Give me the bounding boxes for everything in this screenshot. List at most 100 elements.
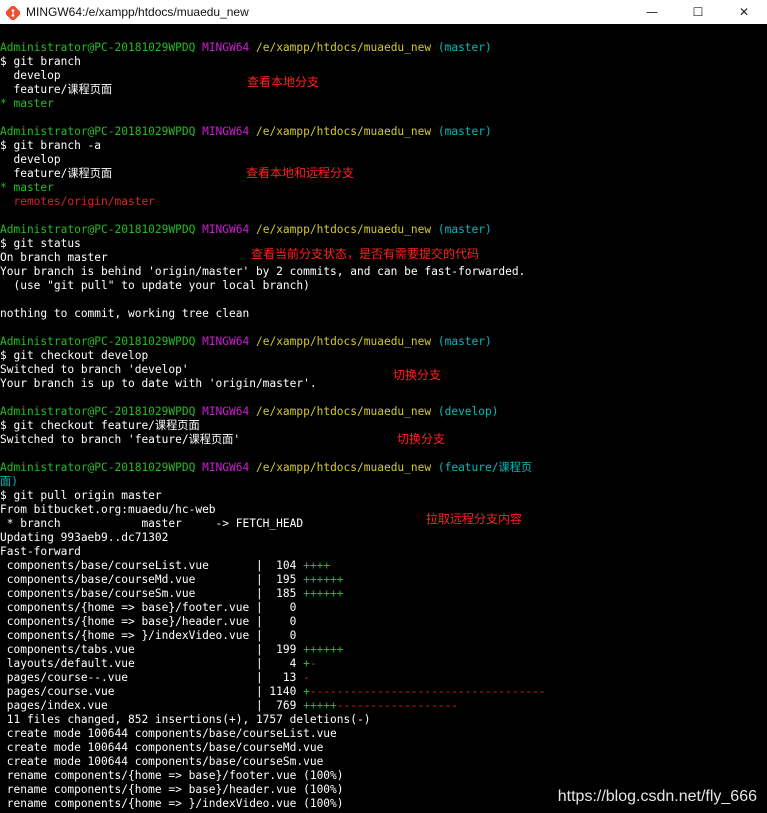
terminal-text: components/{home => }/indexVideo.vue | 0	[0, 629, 297, 642]
terminal-text: ++++++	[303, 573, 344, 586]
terminal-text: -	[303, 671, 310, 684]
git-bash-icon	[4, 4, 22, 22]
terminal-text: create mode 100644 components/base/cours…	[0, 755, 324, 768]
annotation-switch-branch-2: 切换分支	[397, 432, 446, 446]
terminal-text: MINGW64	[202, 335, 250, 348]
terminal-text: feature/课程页面	[0, 83, 113, 96]
terminal-line: components/tabs.vue | 199 ++++++	[0, 643, 767, 657]
terminal-line: Updating 993aeb9..dc71302	[0, 531, 767, 545]
terminal-line: Administrator@PC-20181029WPDQ MINGW64 /e…	[0, 461, 767, 475]
terminal-text: /e/xampp/htdocs/muaedu_new	[255, 335, 432, 348]
terminal-line: 面)	[0, 475, 767, 489]
terminal-text: -----------------------------------	[309, 685, 546, 698]
terminal-text: MINGW64	[202, 223, 250, 236]
title-bar: MINGW64:/e/xampp/htdocs/muaedu_new — ☐ ✕	[0, 0, 767, 24]
terminal-line: develop	[0, 69, 767, 83]
annotation-branch-status: 查看当前分支状态，是否有需要提交的代码	[251, 247, 480, 261]
terminal-text: Switched to branch 'feature/课程页面'	[0, 433, 241, 446]
terminal-text: /e/xampp/htdocs/muaedu_new	[255, 405, 432, 418]
terminal-text: ++++	[303, 559, 331, 572]
terminal-text: +	[303, 685, 310, 698]
terminal-line: Administrator@PC-20181029WPDQ MINGW64 /e…	[0, 223, 767, 237]
terminal-text: (use "git pull" to update your local bra…	[0, 279, 310, 292]
terminal-text: layouts/default.vue | 4	[0, 657, 304, 670]
terminal-text: 面)	[0, 475, 18, 488]
terminal-line: Administrator@PC-20181029WPDQ MINGW64 /e…	[0, 405, 767, 419]
terminal-line: $ git branch -a	[0, 139, 767, 153]
terminal-text: ++++++	[303, 643, 344, 656]
close-button[interactable]: ✕	[721, 0, 767, 24]
terminal-text: From bitbucket.org:muaedu/hc-web	[0, 503, 216, 516]
terminal-line: components/base/courseSm.vue | 185 +++++…	[0, 587, 767, 601]
terminal-text: (master)	[437, 125, 492, 138]
terminal-text: (feature/课程页	[437, 461, 533, 474]
terminal-text: * master	[0, 181, 54, 194]
terminal-text: $ git branch	[0, 55, 81, 68]
terminal-line: Fast-forward	[0, 545, 767, 559]
terminal-text: MINGW64	[202, 405, 250, 418]
terminal-line: $ git checkout feature/课程页面	[0, 419, 767, 433]
terminal-text: 11 files changed, 852 insertions(+), 175…	[0, 713, 371, 726]
terminal-line: Your branch is behind 'origin/master' by…	[0, 265, 767, 279]
terminal-line: $ git checkout develop	[0, 349, 767, 363]
terminal-text: develop	[0, 153, 61, 166]
terminal-line: nothing to commit, working tree clean	[0, 307, 767, 321]
terminal-line: pages/index.vue | 769 +++++-------------…	[0, 699, 767, 713]
terminal-text: feature/课程页面	[0, 167, 113, 180]
terminal-text: components/base/courseList.vue | 104	[0, 559, 304, 572]
terminal-text: Administrator@PC-20181029WPDQ	[0, 461, 196, 474]
maximize-button[interactable]: ☐	[675, 0, 721, 24]
terminal-text: create mode 100644 components/base/cours…	[0, 727, 337, 740]
terminal-text: Fast-forward	[0, 545, 81, 558]
terminal-line: * master	[0, 181, 767, 195]
terminal-output[interactable]: Administrator@PC-20181029WPDQ MINGW64 /e…	[0, 27, 767, 810]
terminal-text: (master)	[437, 41, 492, 54]
terminal-text: Your branch is behind 'origin/master' by…	[0, 265, 526, 278]
annotation-pull-remote: 拉取远程分支内容	[426, 512, 523, 526]
terminal-text: components/tabs.vue | 199	[0, 643, 304, 656]
terminal-text: Administrator@PC-20181029WPDQ	[0, 125, 196, 138]
terminal-text: * branch master -> FETCH_HEAD	[0, 517, 304, 530]
terminal-text: Updating 993aeb9..dc71302	[0, 531, 169, 544]
terminal-text: (master)	[437, 335, 492, 348]
terminal-text: MINGW64	[202, 41, 250, 54]
terminal-text: components/base/courseSm.vue | 185	[0, 587, 304, 600]
terminal-line: components/base/courseList.vue | 104 +++…	[0, 559, 767, 573]
terminal-text: $ git pull origin master	[0, 489, 162, 502]
terminal-line: Administrator@PC-20181029WPDQ MINGW64 /e…	[0, 125, 767, 139]
terminal-text: ++++++	[303, 587, 344, 600]
terminal-line: create mode 100644 components/base/cours…	[0, 741, 767, 755]
terminal-text: /e/xampp/htdocs/muaedu_new	[255, 41, 432, 54]
terminal-line: layouts/default.vue | 4 +-	[0, 657, 767, 671]
terminal-line: Your branch is up to date with 'origin/m…	[0, 377, 767, 391]
terminal-line: Switched to branch 'develop'	[0, 363, 767, 377]
terminal-text: rename components/{home => base}/footer.…	[0, 769, 344, 782]
minimize-button[interactable]: —	[629, 0, 675, 24]
terminal-text: pages/index.vue | 769	[0, 699, 304, 712]
terminal-line: develop	[0, 153, 767, 167]
terminal-text: $ git checkout feature/课程页面	[0, 419, 200, 432]
annotation-local-branches: 查看本地分支	[247, 75, 320, 89]
terminal-text: -	[309, 657, 317, 670]
terminal-line: create mode 100644 components/base/cours…	[0, 755, 767, 769]
terminal-text: create mode 100644 components/base/cours…	[0, 741, 324, 754]
terminal-text: (develop)	[437, 405, 499, 418]
terminal-line: $ git pull origin master	[0, 489, 767, 503]
terminal-line: components/base/courseMd.vue | 195 +++++…	[0, 573, 767, 587]
terminal-line: From bitbucket.org:muaedu/hc-web	[0, 503, 767, 517]
terminal-line: pages/course.vue | 1140 +---------------…	[0, 685, 767, 699]
